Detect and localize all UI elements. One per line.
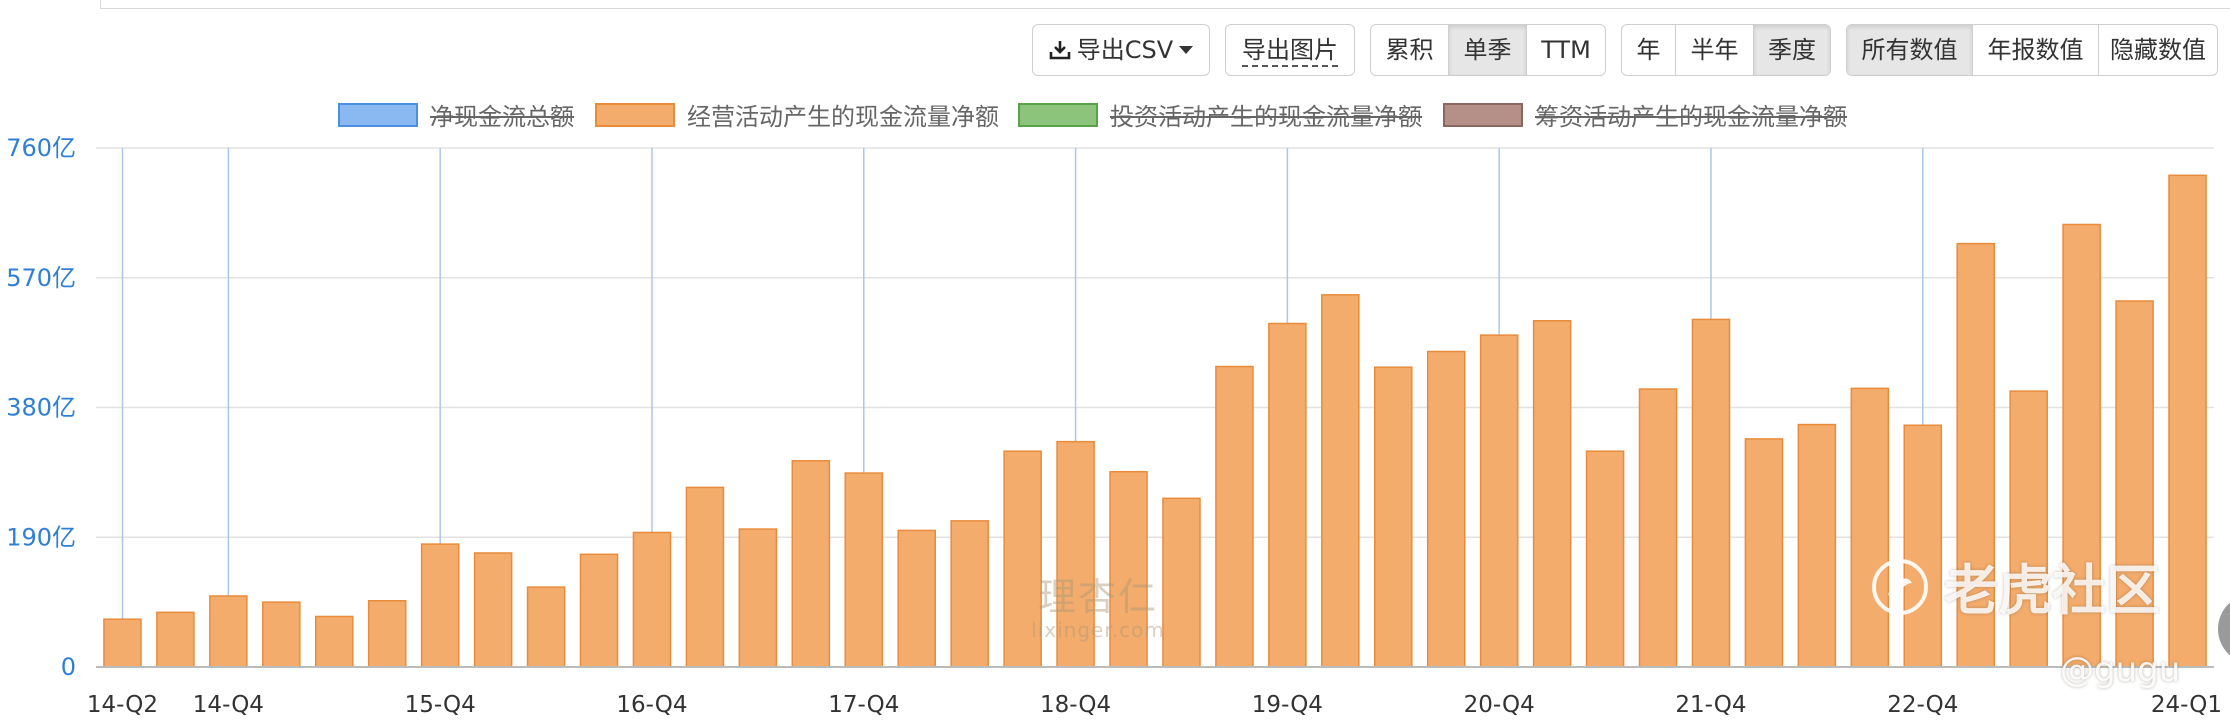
bar-16-Q1[interactable]: [473, 552, 513, 668]
bar-14-Q4[interactable]: [209, 595, 248, 668]
y-tick-label-3: 570亿: [6, 264, 76, 292]
y-tick-label-1: 190亿: [6, 523, 76, 551]
x-tick-label-6: 19-Q4: [1252, 692, 1323, 718]
lixinger-watermark-en: lixinger.com: [1031, 618, 1165, 642]
bar-19-Q2[interactable]: [1162, 497, 1201, 668]
bar-16-Q4[interactable]: [632, 531, 672, 668]
bar-15-Q2[interactable]: [314, 615, 354, 668]
bar-15-Q3[interactable]: [367, 600, 407, 668]
bar-22-Q4[interactable]: [1903, 424, 1943, 668]
user-watermark: @gugu: [2060, 650, 2181, 690]
y-tick-label-4: 760亿: [6, 134, 76, 162]
bar-24-Q1[interactable]: [2168, 174, 2207, 668]
lixinger-watermark-cn: 理杏仁: [1037, 575, 1158, 619]
bar-22-Q2[interactable]: [1797, 423, 1837, 668]
y-tick-label-0: 0: [61, 653, 76, 681]
bar-20-Q3[interactable]: [1426, 350, 1466, 668]
x-tick-label-3: 16-Q4: [616, 692, 687, 718]
x-tick-label-0: 14-Q2: [87, 692, 158, 718]
x-tick-label-1: 14-Q4: [193, 692, 264, 718]
x-tick-label-5: 18-Q4: [1040, 692, 1111, 718]
horizontal-gridlines: [96, 147, 2214, 538]
bar-21-Q1[interactable]: [1532, 320, 1572, 668]
tiger-watermark-text: 老虎社区: [1944, 559, 2160, 622]
bar-17-Q1[interactable]: [685, 486, 725, 668]
bar-15-Q4[interactable]: [420, 543, 460, 668]
x-tick-label-8: 21-Q4: [1675, 692, 1746, 718]
y-tick-label-2: 380亿: [6, 394, 76, 422]
bar-18-Q2[interactable]: [950, 520, 989, 668]
x-axis-tick-labels: 14-Q2 14-Q4 15-Q4 16-Q4 17-Q4 18-Q4 19-Q4 20-Q4…: [87, 692, 2222, 718]
bar-16-Q2[interactable]: [526, 586, 566, 668]
x-tick-label-2: 15-Q4: [405, 692, 476, 718]
x-tick-label-10: 24-Q1: [2151, 692, 2222, 718]
bar-14-Q3[interactable]: [156, 611, 195, 668]
x-tick-label-9: 22-Q4: [1887, 692, 1958, 718]
x-tick-label-4: 17-Q4: [828, 692, 899, 718]
bar-22-Q1[interactable]: [1744, 438, 1784, 668]
bar-18-Q1[interactable]: [897, 529, 937, 668]
x-tick-label-7: 20-Q4: [1464, 692, 1535, 718]
bar-20-Q2[interactable]: [1373, 366, 1413, 668]
bar-15-Q1[interactable]: [262, 601, 301, 668]
bar-19-Q4[interactable]: [1268, 322, 1307, 668]
bar-20-Q4[interactable]: [1479, 334, 1519, 668]
y-axis-tick-labels: 0 190亿 380亿 570亿 760亿: [6, 134, 76, 681]
bar-19-Q3[interactable]: [1215, 365, 1254, 668]
tiger-logo-icon: [1872, 559, 1928, 615]
bar-21-Q4[interactable]: [1691, 318, 1731, 668]
bar-17-Q4[interactable]: [844, 472, 884, 668]
bar-17-Q2[interactable]: [738, 528, 778, 668]
tiger-community-watermark: 老虎社区: [1870, 556, 2160, 626]
bar-21-Q2[interactable]: [1585, 450, 1625, 668]
bar-20-Q1[interactable]: [1321, 294, 1360, 668]
lixinger-watermark: 理杏仁 lixinger.com: [1028, 575, 1168, 641]
bar-14-Q2[interactable]: [103, 618, 142, 668]
bar-16-Q3[interactable]: [579, 553, 619, 668]
bar-17-Q3[interactable]: [791, 460, 831, 668]
bar-21-Q3[interactable]: [1638, 388, 1678, 668]
